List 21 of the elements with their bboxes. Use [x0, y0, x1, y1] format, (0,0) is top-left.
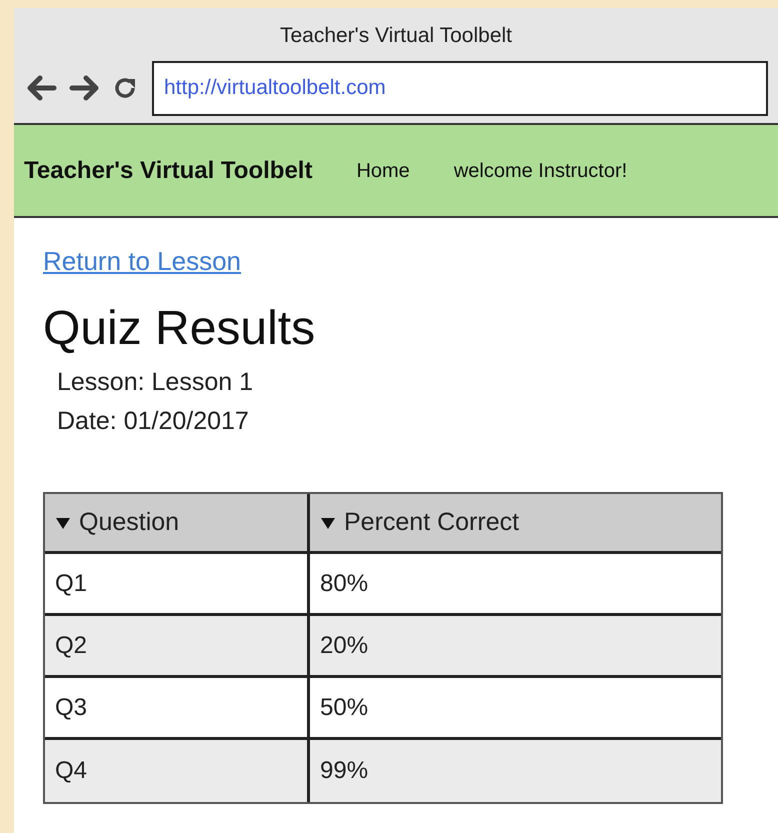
return-link[interactable]: Return to Lesson [43, 242, 242, 281]
column-header[interactable]: Question [45, 494, 310, 551]
table-cell: Q3 [45, 678, 310, 737]
window-title: Teacher's Virtual Toolbelt [280, 23, 512, 49]
table-cell: Q4 [45, 740, 310, 802]
lesson-detail: Lesson: Lesson 1 [57, 367, 253, 398]
table-cell-text: 80% [319, 568, 370, 598]
table-cell-text: 99% [319, 756, 370, 786]
table-cell-text: 50% [319, 692, 370, 722]
table-cell-text: 20% [319, 630, 370, 660]
welcome-text: welcome Instructor! [454, 158, 628, 184]
nav-link[interactable]: Home [356, 156, 410, 186]
table-cell: Q1 [45, 554, 310, 613]
address-field[interactable]: http://virtualtoolbelt.com [152, 60, 768, 116]
sort-caret-icon [320, 516, 336, 530]
table-cell: Q2 [45, 616, 310, 675]
column-header[interactable]: Percent Correct [310, 494, 721, 551]
site-brand[interactable]: Teacher's Virtual Toolbelt [24, 152, 312, 188]
lesson-detail: Date: 01/20/2017 [57, 406, 249, 437]
sort-caret-icon [55, 516, 71, 530]
page-heading: Quiz Results [43, 301, 316, 357]
